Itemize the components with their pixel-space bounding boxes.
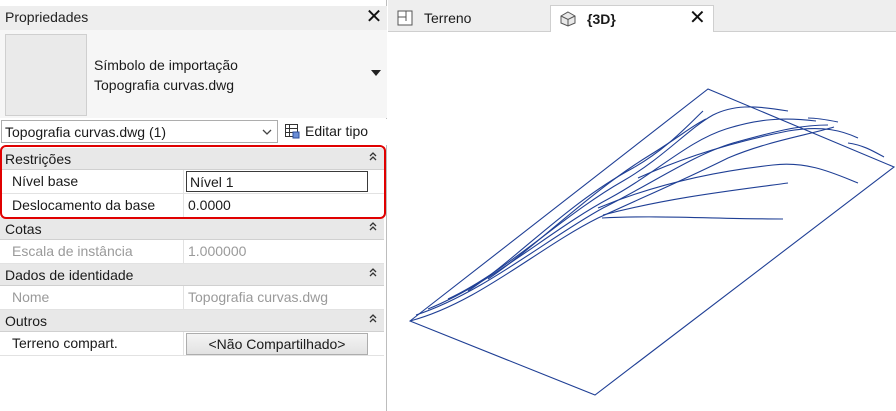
property-row-nivel-base: Nível base Nível 1: [0, 170, 384, 194]
property-value: 1.000000: [188, 243, 247, 259]
terreno-compart-button[interactable]: <Não Compartilhado>: [186, 333, 368, 355]
property-key: Nome: [12, 289, 50, 305]
house-3d-icon: [560, 11, 576, 27]
property-value: 0.0000: [188, 197, 231, 213]
property-value-cell: <Não Compartilhado>: [183, 332, 384, 356]
type-name: Topografia curvas.dwg: [94, 77, 235, 93]
properties-grid: Restrições Nível base Nível 1 Deslocamen…: [0, 148, 384, 356]
3d-view-canvas[interactable]: [388, 33, 896, 411]
contour-line: [415, 124, 829, 316]
escala-field: 1.000000: [183, 240, 384, 264]
property-key: Deslocamento da base: [12, 197, 156, 213]
property-key: Nível base: [12, 173, 79, 189]
instance-filter-value: Topografia curvas.dwg (1): [5, 124, 167, 140]
type-family-name: Símbolo de importação: [94, 57, 238, 73]
floor-plan-icon: [397, 10, 413, 26]
palette-close-button[interactable]: ✕: [365, 6, 383, 28]
section-outros[interactable]: Outros: [0, 310, 384, 332]
contour-line: [807, 117, 839, 123]
contour-line: [597, 163, 859, 209]
tab-close-button[interactable]: ✕: [689, 6, 706, 30]
deslocamento-field[interactable]: 0.0000: [183, 194, 384, 218]
property-key: Escala de instância: [12, 243, 133, 259]
tab-terreno[interactable]: Terreno: [388, 5, 548, 32]
nome-field: Topografia curvas.dwg: [183, 286, 384, 310]
section-label: Outros: [5, 313, 48, 329]
chevron-down-icon: [262, 129, 272, 135]
properties-palette: Propriedades ✕ Símbolo de importação Top…: [0, 0, 387, 411]
contour-line: [487, 118, 707, 280]
edit-type-icon: [285, 124, 300, 139]
property-row-terreno-compart: Terreno compart. <Não Compartilhado>: [0, 332, 384, 356]
tab-label: {3D}: [587, 11, 616, 27]
contour-line: [601, 216, 784, 220]
tab-3d[interactable]: {3D} ✕: [550, 5, 714, 32]
edit-type-button[interactable]: Editar tipo: [284, 120, 384, 143]
section-label: Restrições: [5, 151, 72, 167]
view-area: Terreno {3D} ✕: [388, 0, 896, 411]
collapse-icon[interactable]: [367, 266, 379, 278]
tab-label: Terreno: [424, 10, 472, 26]
instance-filter-select[interactable]: Topografia curvas.dwg (1): [1, 120, 278, 143]
palette-title: Propriedades: [5, 9, 89, 25]
palette-title-bar: Propriedades ✕: [0, 6, 387, 30]
type-dropdown-arrow-icon[interactable]: [368, 66, 384, 80]
section-label: Cotas: [5, 221, 42, 237]
property-key: Terreno compart.: [12, 335, 118, 351]
contour-line: [602, 182, 789, 216]
collapse-icon[interactable]: [367, 150, 379, 162]
type-selector[interactable]: Símbolo de importação Topografia curvas.…: [0, 30, 387, 118]
property-value: Topografia curvas.dwg: [188, 289, 329, 305]
property-row-escala: Escala de instância 1.000000: [0, 240, 384, 264]
section-dados-identidade[interactable]: Dados de identidade: [0, 264, 384, 286]
section-restricoes[interactable]: Restrições: [0, 148, 384, 170]
collapse-icon[interactable]: [367, 220, 379, 232]
terrain-boundary: [408, 88, 896, 396]
section-label: Dados de identidade: [5, 267, 134, 283]
property-value-cell: Nível 1: [183, 170, 384, 194]
property-value: Nível 1: [190, 174, 234, 190]
property-row-deslocamento: Deslocamento da base 0.0000: [0, 194, 384, 218]
section-cotas[interactable]: Cotas: [0, 218, 384, 240]
view-tab-strip: Terreno {3D} ✕: [388, 0, 896, 32]
collapse-icon[interactable]: [367, 312, 379, 324]
property-row-nome: Nome Topografia curvas.dwg: [0, 286, 384, 310]
type-preview-image: [5, 34, 87, 116]
nivel-base-field[interactable]: Nível 1: [186, 171, 368, 192]
edit-type-label: Editar tipo: [305, 123, 369, 139]
instance-filter-row: Topografia curvas.dwg (1) Editar tipo: [0, 119, 387, 145]
